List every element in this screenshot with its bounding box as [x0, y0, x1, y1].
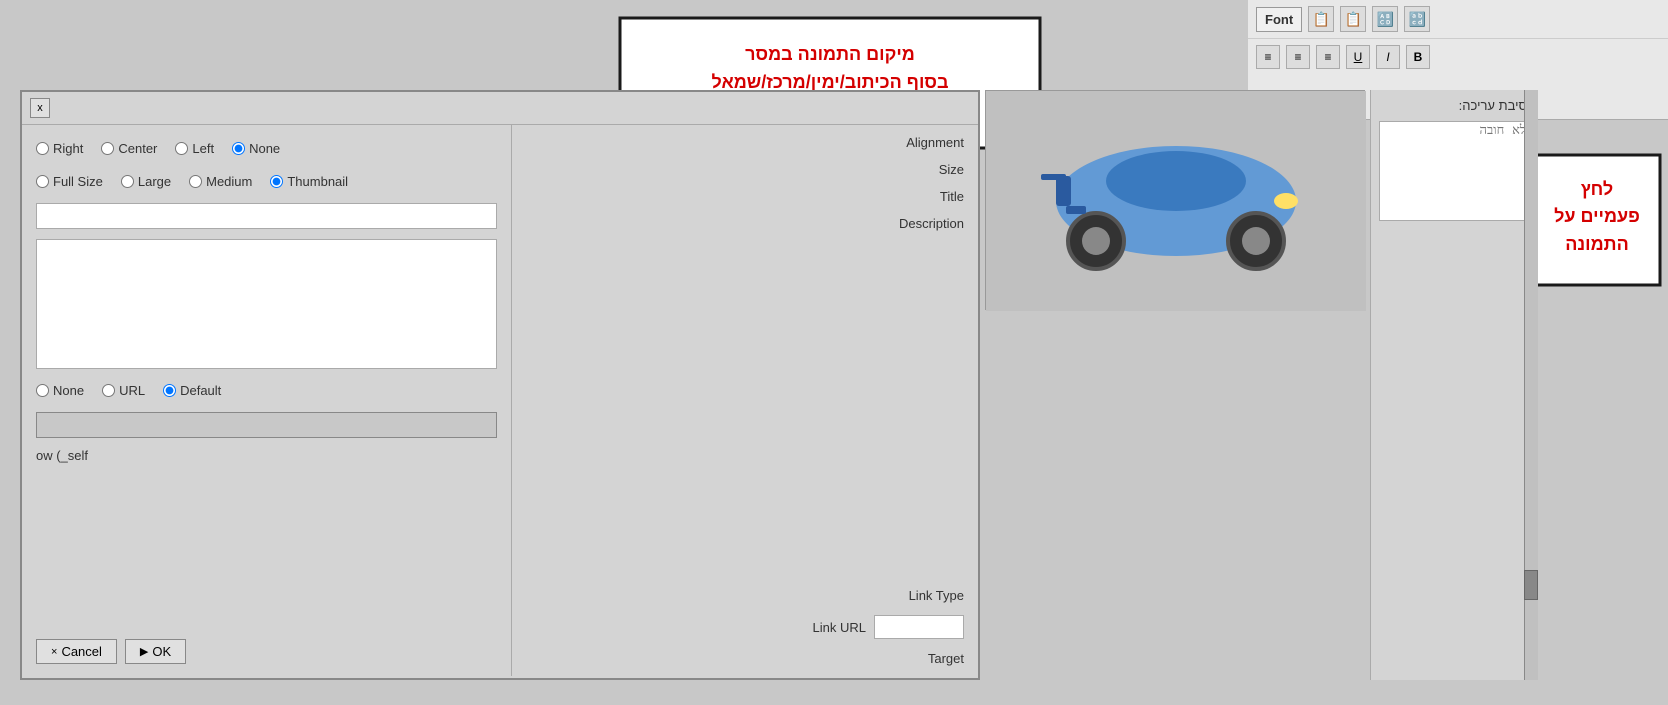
svg-text:לחץ: לחץ — [1581, 179, 1613, 199]
ok-label: OK — [152, 644, 171, 659]
description-textarea[interactable] — [36, 239, 497, 369]
link-none-item[interactable]: None — [36, 383, 84, 398]
alignment-center-radio[interactable] — [101, 142, 114, 155]
svg-text:בסוף הכיתוב/ימין/מרכז/שמאל: בסוף הכיתוב/ימין/מרכז/שמאל — [712, 72, 949, 92]
toolbar-icon-2[interactable]: 📋 — [1340, 6, 1366, 32]
dialog-body: Right Center Left None — [22, 125, 978, 676]
alignment-left-radio[interactable] — [175, 142, 188, 155]
description-form-label: Description — [899, 216, 964, 231]
size-thumbnail-label: Thumbnail — [287, 174, 348, 189]
toolbar-icon-4[interactable]: 🔡 — [1404, 6, 1430, 32]
toolbar-icon-1[interactable]: 📋 — [1308, 6, 1334, 32]
svg-text:התמונה: התמונה — [1565, 234, 1629, 254]
link-default-radio[interactable] — [163, 384, 176, 397]
image-dialog: x Right Center Left — [20, 90, 980, 680]
alignment-right-radio[interactable] — [36, 142, 49, 155]
alignment-left-label: Left — [192, 141, 214, 156]
scrollbar-thumb[interactable] — [1524, 570, 1538, 600]
size-medium-label: Medium — [206, 174, 252, 189]
toolbar-row1: Font 📋 📋 🔠 🔡 — [1248, 0, 1668, 39]
link-default-item[interactable]: Default — [163, 383, 221, 398]
alignment-right-label: Right — [53, 141, 83, 156]
ok-icon: ▶ — [140, 645, 148, 658]
link-url-label: URL — [119, 383, 145, 398]
link-type-form-label: Link Type — [909, 588, 964, 603]
size-label-row: Size — [526, 162, 964, 177]
size-fullsize-item[interactable]: Full Size — [36, 174, 103, 189]
link-url-radio[interactable] — [102, 384, 115, 397]
font-label: Font — [1256, 7, 1302, 32]
alignment-none-label: None — [249, 141, 280, 156]
alignment-none-radio[interactable] — [232, 142, 245, 155]
title-label-row: Title — [526, 189, 964, 204]
alignment-label-row: Alignment — [526, 135, 964, 150]
size-large-label: Large — [138, 174, 171, 189]
title-form-label: Title — [940, 189, 964, 204]
cancel-icon: × — [51, 646, 57, 658]
toolbar-row2: ≡ ≡ ≡ U I B — [1248, 39, 1668, 75]
alignment-center-label: Center — [118, 141, 157, 156]
link-type-label-row: Link Type — [526, 588, 964, 603]
size-row: Full Size Large Medium Thumbnail — [36, 170, 497, 193]
link-none-radio[interactable] — [36, 384, 49, 397]
align-right-icon[interactable]: ≡ — [1316, 45, 1340, 69]
alignment-none-item[interactable]: None — [232, 141, 280, 156]
underline-icon[interactable]: U — [1346, 45, 1370, 69]
target-row: ow (_self — [36, 448, 497, 463]
target-value: ow (_self — [36, 448, 88, 463]
bold-icon[interactable]: B — [1406, 45, 1430, 69]
size-large-radio[interactable] — [121, 175, 134, 188]
cancel-label: Cancel — [61, 644, 101, 659]
target-form-label: Target — [928, 651, 964, 666]
link-none-label: None — [53, 383, 84, 398]
cancel-button[interactable]: × Cancel — [36, 639, 117, 664]
svg-text:מיקום התמונה במסר: מיקום התמונה במסר — [745, 44, 915, 64]
footer-buttons: × Cancel ▶ OK — [36, 629, 497, 664]
size-form-label: Size — [939, 162, 964, 177]
dialog-titlebar: x — [22, 92, 978, 125]
link-default-label: Default — [180, 383, 221, 398]
size-fullsize-radio[interactable] — [36, 175, 49, 188]
link-url-form-label: Link URL — [813, 620, 866, 635]
alignment-form-label: Alignment — [906, 135, 964, 150]
scrollbar[interactable] — [1524, 90, 1538, 680]
size-thumbnail-radio[interactable] — [270, 175, 283, 188]
title-input[interactable] — [36, 203, 497, 229]
toolbar-icon-3[interactable]: 🔠 — [1372, 6, 1398, 32]
url-input[interactable] — [36, 412, 497, 438]
ok-button[interactable]: ▶ OK — [125, 639, 186, 664]
svg-text:פעמיים על: פעמיים על — [1554, 206, 1640, 226]
size-medium-item[interactable]: Medium — [189, 174, 252, 189]
dialog-close-button[interactable]: x — [30, 98, 50, 118]
size-thumbnail-item[interactable]: Thumbnail — [270, 174, 348, 189]
link-type-row: None URL Default — [36, 379, 497, 402]
left-panel: Right Center Left None — [22, 125, 512, 676]
alignment-row: Right Center Left None — [36, 137, 497, 160]
image-area — [985, 90, 1365, 310]
alignment-center-item[interactable]: Center — [101, 141, 157, 156]
right-sidebar: סיבת עריכה: — [1370, 90, 1535, 680]
size-fullsize-label: Full Size — [53, 174, 103, 189]
edit-reason-textarea[interactable] — [1379, 121, 1527, 221]
link-url-row: Link URL — [526, 615, 964, 639]
italic-icon[interactable]: I — [1376, 45, 1400, 69]
spacer — [526, 243, 964, 576]
right-form-panel: Alignment Size Title Description Link Ty… — [512, 125, 978, 676]
align-center-icon[interactable]: ≡ — [1286, 45, 1310, 69]
edit-label: סיבת עריכה: — [1379, 98, 1527, 113]
align-left-icon[interactable]: ≡ — [1256, 45, 1280, 69]
rc-car-image — [986, 91, 1366, 311]
description-label-row: Description — [526, 216, 964, 231]
target-label-row: Target — [526, 651, 964, 666]
alignment-left-item[interactable]: Left — [175, 141, 214, 156]
alignment-right-item[interactable]: Right — [36, 141, 83, 156]
link-url-input[interactable] — [874, 615, 964, 639]
link-url-item[interactable]: URL — [102, 383, 145, 398]
size-large-item[interactable]: Large — [121, 174, 171, 189]
size-medium-radio[interactable] — [189, 175, 202, 188]
